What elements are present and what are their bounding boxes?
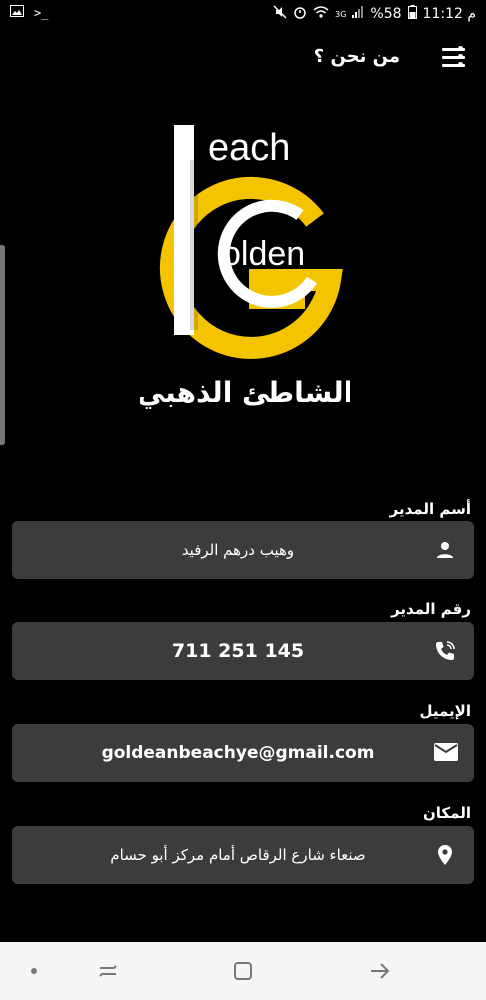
battery-icon	[407, 5, 417, 23]
manager-phone-field[interactable]: 711 251 145	[12, 622, 474, 680]
email-field[interactable]: goldeanbeachye@gmail.com	[12, 724, 474, 782]
status-indicators: 3G %58 11:12 م	[273, 5, 476, 23]
app-bar: من نحن ؟	[0, 30, 486, 92]
manager-phone-value: 711 251 145	[171, 640, 305, 662]
email-label: الإيميل	[419, 702, 471, 720]
clock: 11:12 م	[422, 6, 476, 22]
alarm-icon	[293, 5, 307, 23]
logo-arabic-name: الشاطئ الذهبي	[140, 376, 350, 409]
dot-icon[interactable]	[22, 959, 46, 983]
image-notification-icon	[10, 5, 24, 21]
location-field[interactable]: صنعاء شارع الرقاص أمام مركز أبو حسام	[12, 826, 474, 884]
logo-word-each: each	[208, 127, 290, 169]
terminal-notification-icon: >_	[34, 6, 49, 20]
manager-name-label: أسم المدير	[389, 500, 471, 518]
hamburger-menu-icon[interactable]	[442, 48, 465, 74]
back-arrow-icon[interactable]	[368, 959, 392, 983]
wifi-icon	[313, 5, 329, 23]
golden-beach-logo: each olden الشاطئ الذهبي	[137, 120, 353, 420]
logo-word-olden: olden	[222, 235, 305, 273]
phone-icon	[433, 639, 457, 663]
email-value: goldeanbeachye@gmail.com	[101, 743, 375, 763]
battery-percent: %58	[370, 6, 402, 22]
scroll-indicator[interactable]	[0, 245, 5, 445]
manager-phone-label: رقم المدير	[391, 600, 471, 618]
person-icon	[433, 538, 457, 562]
status-notifications: >_	[10, 5, 48, 21]
network-type: 3G	[335, 9, 347, 19]
location-value: صنعاء شارع الرقاص أمام مركز أبو حسام	[110, 846, 366, 864]
manager-name-field[interactable]: وهيب درهم الرفيد	[12, 521, 474, 579]
status-bar: >_ 3G %58 11:12 م	[0, 0, 486, 30]
home-icon[interactable]	[231, 959, 255, 983]
signal-icon	[352, 6, 364, 22]
location-pin-icon	[433, 843, 457, 867]
system-navigation-bar	[0, 942, 486, 1000]
recent-apps-icon[interactable]	[96, 959, 120, 983]
manager-name-value: وهيب درهم الرفيد	[181, 541, 295, 559]
page-title: من نحن ؟	[313, 46, 400, 67]
mail-icon	[433, 741, 458, 765]
location-label: المكان	[423, 804, 471, 822]
mute-icon	[273, 5, 287, 23]
